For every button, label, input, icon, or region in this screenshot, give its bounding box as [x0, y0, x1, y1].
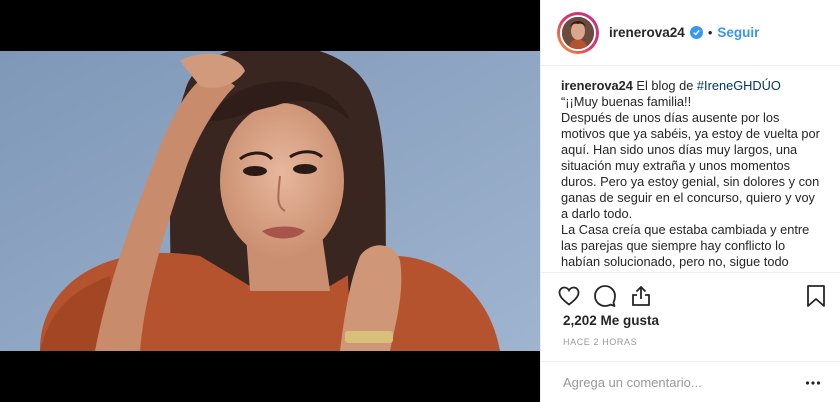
comment-box — [541, 361, 840, 402]
post-caption: irenerova24 El blog de #IreneGHDÚO “¡¡Mu… — [561, 78, 823, 273]
comment-input[interactable] — [563, 374, 793, 390]
post-actions — [557, 284, 827, 308]
bookmark-icon[interactable] — [805, 284, 827, 308]
header-username[interactable]: irenerova24 — [609, 25, 685, 40]
comment-icon[interactable] — [593, 284, 617, 308]
heart-icon[interactable] — [557, 284, 581, 308]
header-separator: • — [707, 25, 713, 40]
post-timestamp[interactable]: HACE 2 HORAS — [563, 337, 637, 347]
portrait-image — [0, 51, 540, 351]
post-photo[interactable] — [0, 51, 540, 351]
post-side-panel: irenerova24 • Seguir irenerova24 El blog… — [540, 0, 840, 402]
instagram-post: irenerova24 • Seguir irenerova24 El blog… — [0, 0, 840, 402]
caption-line: Después de unos días ausente por los mot… — [561, 110, 820, 221]
share-icon[interactable] — [629, 284, 653, 308]
caption-line: “¡¡Muy buenas familia!! — [561, 94, 692, 109]
caption-intro: El blog de — [636, 78, 694, 93]
follow-button[interactable]: Seguir — [717, 25, 759, 40]
post-media — [0, 0, 540, 402]
like-count[interactable]: 2,202 Me gusta — [563, 313, 659, 328]
avatar-image — [562, 16, 594, 49]
caption-hashtag[interactable]: #IreneGHDÚO — [697, 78, 781, 93]
actions-divider — [541, 272, 840, 273]
avatar[interactable] — [560, 14, 596, 51]
more-options-icon[interactable] — [805, 376, 821, 388]
verified-badge-icon — [689, 26, 703, 39]
story-ring[interactable] — [557, 11, 599, 54]
post-header: irenerova24 • Seguir — [541, 0, 840, 66]
caption-line: La Casa creía que estaba cambiada y entr… — [561, 222, 810, 269]
caption-username[interactable]: irenerova24 — [561, 78, 633, 93]
